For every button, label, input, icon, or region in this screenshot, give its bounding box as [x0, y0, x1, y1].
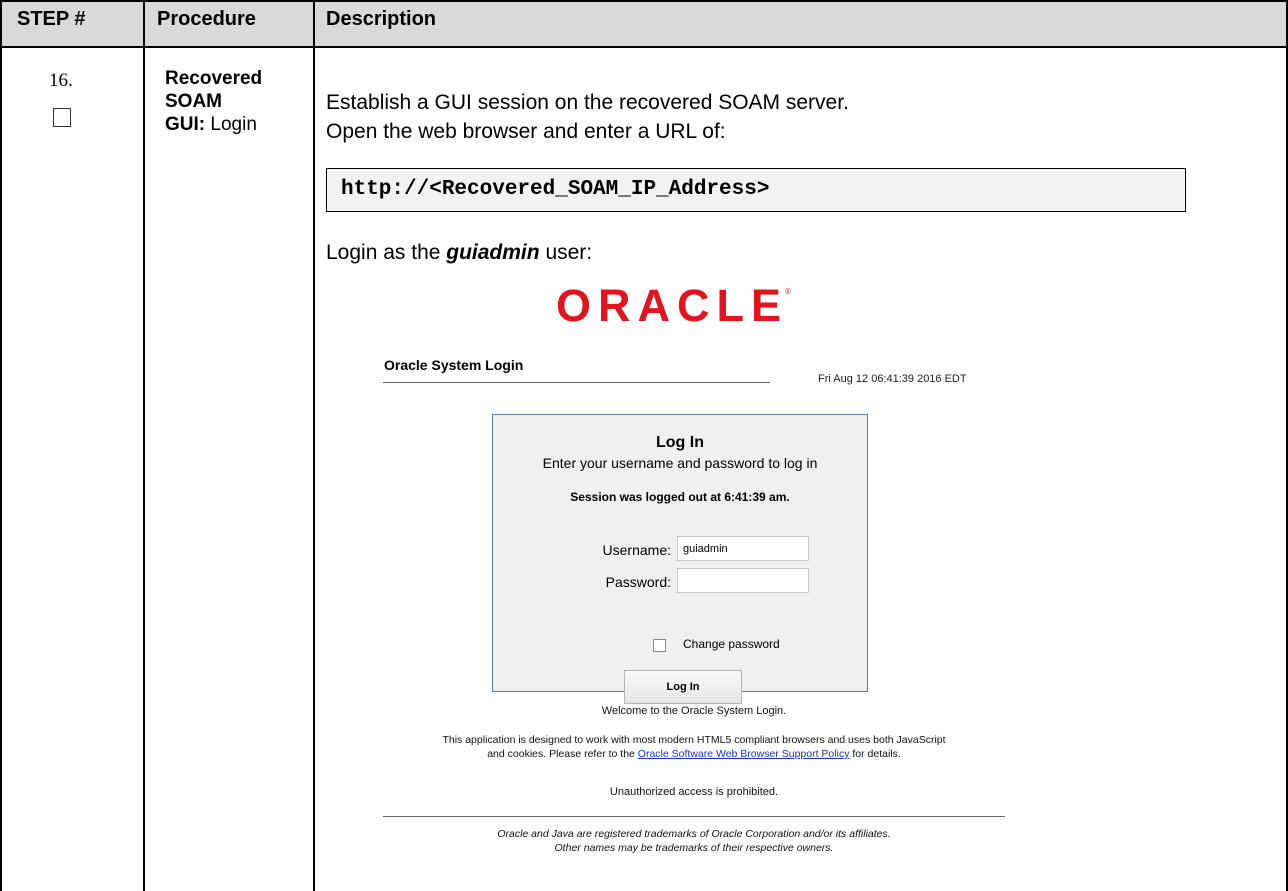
procedure-bold: Recovered SOAM [165, 68, 263, 112]
password-input[interactable] [677, 568, 809, 593]
header-divider [0, 46, 1288, 48]
login-box: Log In Enter your username and password … [492, 414, 868, 704]
header-step: STEP # [17, 8, 86, 30]
policy-line1: This application is designed to work wit… [442, 734, 946, 746]
support-policy-link[interactable]: Oracle Software Web Browser Support Poli… [638, 748, 850, 760]
username-label: Username: [602, 542, 671, 558]
column-divider-1 [143, 0, 145, 891]
header-description: Description [326, 8, 437, 30]
login-prefix: Login as the [326, 241, 447, 264]
login-button[interactable]: Log In [624, 670, 742, 704]
table-border-left [0, 0, 2, 891]
policy-pre: and cookies. Please refer to the [487, 748, 638, 760]
username-input[interactable] [677, 536, 809, 561]
password-label: Password: [605, 574, 671, 590]
header-procedure: Procedure [157, 8, 256, 30]
url-code: http://<Recovered_SOAM_IP_Address> [341, 178, 770, 201]
procedure-rest: Login [210, 114, 257, 135]
login-date: Fri Aug 12 06:41:39 2016 EDT [818, 373, 967, 385]
footer-divider [383, 816, 1005, 817]
procedure-bold2: GUI: [165, 114, 206, 135]
svg-text:ORACLE: ORACLE [556, 283, 782, 327]
oracle-logo: ORACLE ® [556, 283, 791, 327]
change-password-checkbox[interactable] [653, 639, 666, 652]
description-line2: Open the web browser and enter a URL of: [326, 120, 726, 143]
login-suffix: user: [539, 241, 593, 264]
system-login-title: Oracle System Login [384, 357, 524, 373]
welcome-text: Welcome to the Oracle System Login. [601, 705, 787, 717]
table-border-top [0, 0, 1288, 2]
footer-line1: Oracle and Java are registered trademark… [497, 828, 891, 840]
title-underline [383, 382, 770, 383]
svg-text:®: ® [785, 287, 791, 296]
policy-line2: and cookies. Please refer to the Oracle … [383, 748, 1005, 760]
step-number: 16. [49, 70, 73, 91]
login-instruction: Login as the guiadmin user: [326, 241, 592, 265]
session-message: Session was logged out at 6:41:39 am. [570, 490, 790, 504]
procedure-name: Recovered SOAM GUI: Login [165, 67, 275, 136]
change-password-label: Change password [683, 637, 780, 651]
description-line1: Establish a GUI session on the recovered… [326, 91, 849, 114]
login-user: guiadmin [446, 241, 540, 264]
policy-post: for details. [849, 748, 901, 760]
step-checkbox[interactable] [53, 108, 71, 127]
unauthorized-text: Unauthorized access is prohibited. [609, 786, 779, 798]
login-box-subtitle: Enter your username and password to log … [542, 455, 818, 471]
column-divider-2 [313, 0, 315, 891]
procedure-table: STEP # Procedure Description 16. Recover… [0, 0, 1288, 891]
login-box-title: Log In [656, 434, 704, 451]
footer-line2: Other names may be trademarks of their r… [554, 842, 834, 854]
url-code-box: http://<Recovered_SOAM_IP_Address> [326, 168, 1186, 212]
